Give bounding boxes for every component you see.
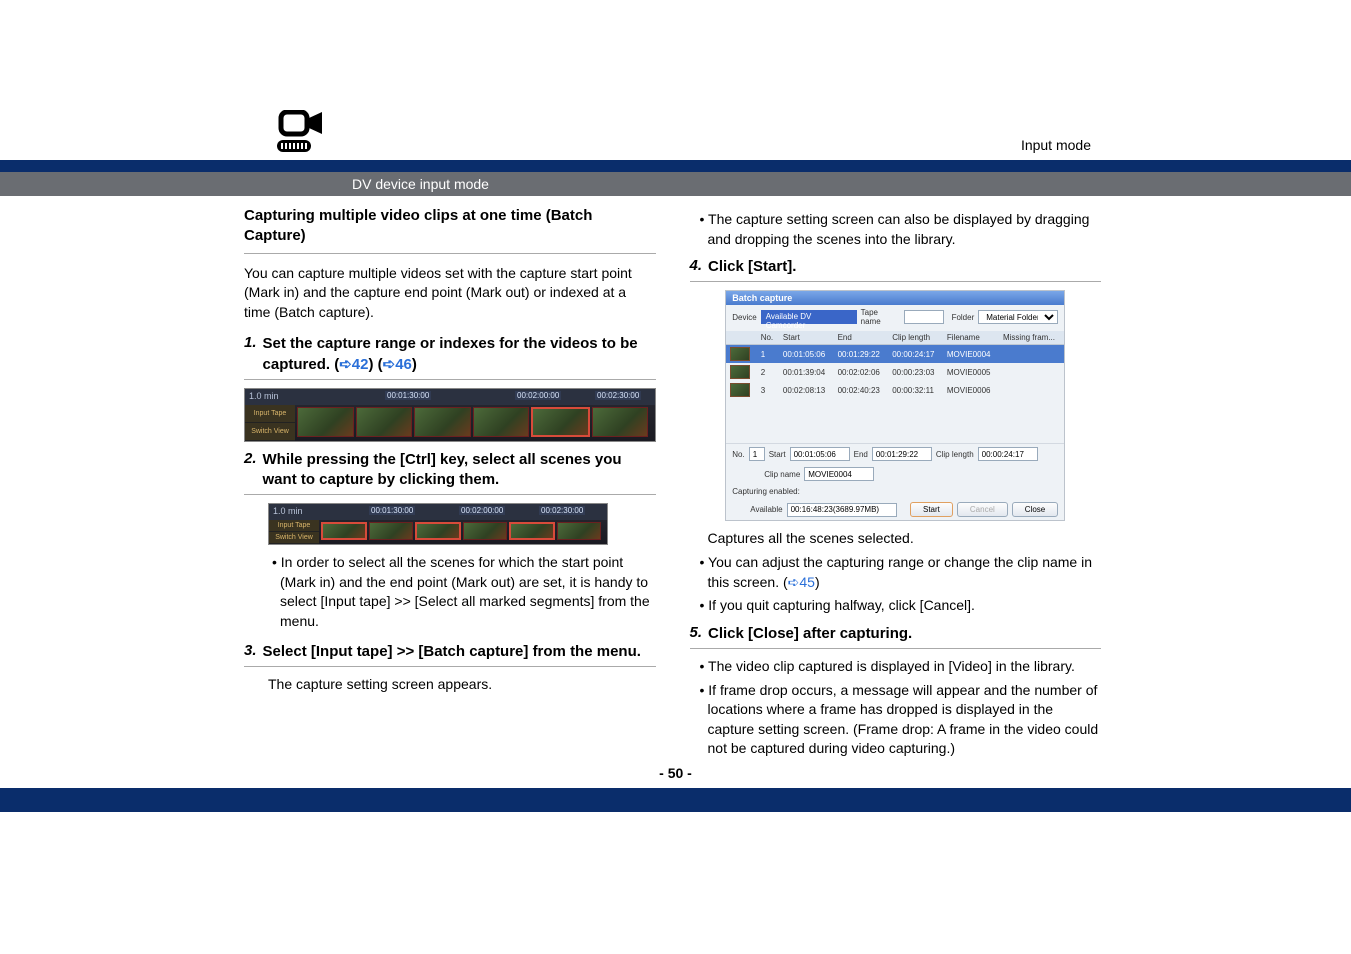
available-label: Available xyxy=(750,505,782,514)
zoom-label: 1.0 min xyxy=(249,391,279,401)
note-text: • The video clip captured is displayed i… xyxy=(690,657,1102,677)
folder-label: Folder xyxy=(952,313,975,322)
timeline-screenshot: 1.0 min 00:01:30:00 00:02:00:00 00:02:30… xyxy=(244,388,656,442)
device-select[interactable]: Available DV Camcorder xyxy=(761,310,857,324)
capturing-enabled-label: Capturing enabled: xyxy=(732,487,800,496)
clipname-label: Clip name xyxy=(764,470,800,479)
device-label: Device xyxy=(732,313,756,322)
close-button[interactable]: Close xyxy=(1012,502,1058,517)
dialog-title: Batch capture xyxy=(726,291,1064,305)
step-number: 1. xyxy=(244,334,257,375)
folder-select[interactable]: Material Folder xyxy=(978,310,1058,324)
start-input[interactable] xyxy=(790,447,850,461)
batch-capture-dialog: Batch capture Device Available DV Camcor… xyxy=(725,290,1065,521)
start-button[interactable]: Start xyxy=(910,502,953,517)
cliplen-label: Clip length xyxy=(936,450,974,459)
capture-table: No. Start End Clip length Filename Missi… xyxy=(726,331,1064,399)
link-arrow-icon: ➪ xyxy=(383,356,396,373)
th-filename: Filename xyxy=(943,331,999,345)
table-row[interactable]: 2 00:01:39:04 00:02:02:06 00:00:23:03 MO… xyxy=(726,363,1064,381)
clipname-input[interactable] xyxy=(804,467,874,481)
step-heading: Set the capture range or indexes for the… xyxy=(263,334,656,375)
timecode: 00:02:00:00 xyxy=(515,391,561,400)
step-result: Captures all the scenes selected. xyxy=(690,529,1102,549)
step-number: 5. xyxy=(690,624,703,644)
note-text: • In order to select all the scenes for … xyxy=(268,553,656,631)
note-text: • If you quit capturing halfway, click [… xyxy=(690,596,1102,616)
link-arrow-icon: ➪ xyxy=(339,356,352,373)
step-heading: Click [Close] after capturing. xyxy=(708,624,912,644)
note-text: • You can adjust the capturing range or … xyxy=(690,553,1102,592)
intro-paragraph: You can capture multiple videos set with… xyxy=(244,264,656,323)
timeline-screenshot: 1.0 min 00:01:30:00 00:02:00:00 00:02:30… xyxy=(268,503,608,545)
side-button: Input Tape xyxy=(245,405,295,423)
table-row[interactable]: 3 00:02:08:13 00:02:40:23 00:00:32:11 MO… xyxy=(726,381,1064,399)
step-heading: While pressing the [Ctrl] key, select al… xyxy=(263,450,656,491)
camcorder-icon xyxy=(275,110,335,156)
step-heading: Select [Input tape] >> [Batch capture] f… xyxy=(263,642,641,662)
note-text: • If frame drop occurs, a message will a… xyxy=(690,681,1102,759)
mode-label: Input mode xyxy=(0,120,1351,160)
thumbnail-icon xyxy=(730,383,750,397)
timecode: 00:01:30:00 xyxy=(385,391,431,400)
step-heading: Click [Start]. xyxy=(708,257,796,277)
no-label: No. xyxy=(732,450,744,459)
step-number: 2. xyxy=(244,450,257,491)
tape-label: Tape name xyxy=(861,308,900,326)
thumbnail-icon xyxy=(730,365,750,379)
th-start: Start xyxy=(779,331,834,345)
page-link[interactable]: 45 xyxy=(799,574,815,590)
side-button: Switch View xyxy=(245,423,295,441)
th-end: End xyxy=(834,331,889,345)
step-number: 3. xyxy=(244,642,257,662)
section-bar: DV device input mode xyxy=(0,172,1351,196)
table-row[interactable]: 1 00:01:05:06 00:01:29:22 00:00:24:17 MO… xyxy=(726,345,1064,364)
page-link[interactable]: 42 xyxy=(352,356,369,373)
thumbnail-icon xyxy=(730,347,750,361)
topic-title: Capturing multiple video clips at one ti… xyxy=(244,206,656,247)
th-missing: Missing fram... xyxy=(999,331,1064,345)
page-number: - 50 - xyxy=(0,765,1351,781)
link-arrow-icon: ➪ xyxy=(788,574,800,590)
step-result: The capture setting screen appears. xyxy=(244,675,656,695)
th-length: Clip length xyxy=(888,331,943,345)
available-value xyxy=(787,503,897,517)
step-number: 4. xyxy=(690,257,703,277)
section-title: DV device input mode xyxy=(352,176,489,192)
end-label: End xyxy=(854,450,868,459)
page-link[interactable]: 46 xyxy=(395,356,412,373)
th-no: No. xyxy=(757,331,779,345)
timecode: 00:02:30:00 xyxy=(595,391,641,400)
cliplen-input[interactable] xyxy=(978,447,1038,461)
footer-bar xyxy=(0,788,1351,812)
cancel-button[interactable]: Cancel xyxy=(957,502,1008,517)
start-label: Start xyxy=(769,450,786,459)
no-input[interactable] xyxy=(749,447,765,461)
note-text: • The capture setting screen can also be… xyxy=(690,210,1102,249)
header-divider xyxy=(0,160,1351,172)
end-input[interactable] xyxy=(872,447,932,461)
tape-name-input[interactable] xyxy=(904,310,944,324)
